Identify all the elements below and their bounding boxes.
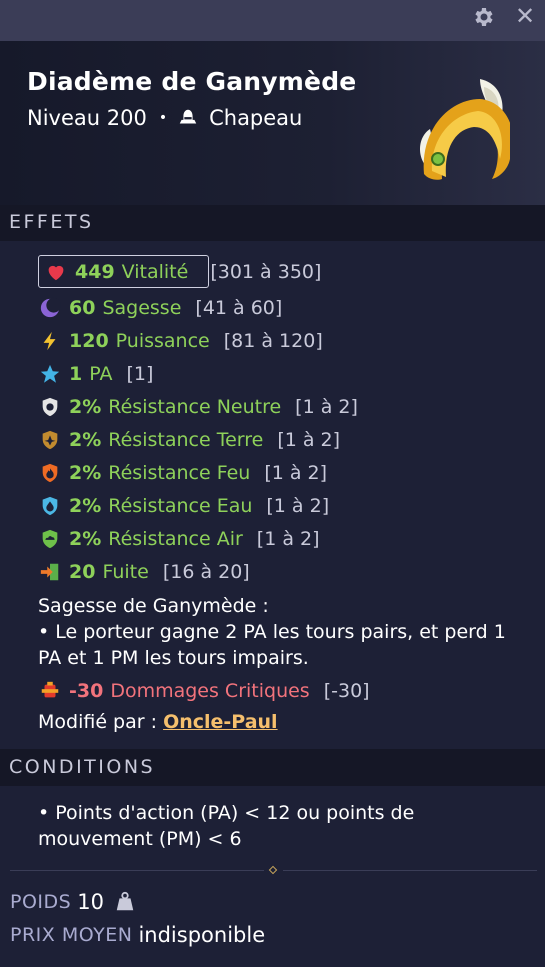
condition-line: mouvement (PM) < 6	[38, 828, 242, 850]
air-resistance-icon	[38, 527, 62, 551]
conditions-section-header: CONDITIONS	[0, 750, 545, 786]
modified-by: Modifié par : Oncle-Paul	[38, 711, 278, 733]
condition-line: • Points d'action (PA) < 12 ou points de	[38, 802, 415, 824]
modifier-link[interactable]: Oncle-Paul	[163, 711, 278, 733]
effect-row-pa: 1 PA [1]	[38, 360, 153, 388]
effect-row-resistance-feu: 2% Résistance Feu [1 à 2]	[38, 459, 327, 487]
heart-icon	[44, 260, 68, 284]
effect-row-resistance-eau: 2% Résistance Eau [1 à 2]	[38, 492, 329, 520]
effects-section-header: EFFETS	[0, 205, 545, 241]
item-subtitle: Niveau 200 • Chapeau	[27, 106, 302, 130]
weight-row: POIDS 10	[10, 890, 136, 914]
tiara-icon	[420, 79, 510, 180]
effects-title: EFFETS	[9, 211, 94, 233]
effect-row-resistance-terre: 2% Résistance Terre [1 à 2]	[38, 426, 340, 454]
divider	[283, 870, 537, 871]
effect-row-resistance-neutre: 2% Résistance Neutre [1 à 2]	[38, 393, 358, 421]
effect-row-dommages-critiques: -30 Dommages Critiques [-30]	[38, 677, 370, 705]
special-effect-line: PA et 1 PM les tours impairs.	[38, 647, 309, 669]
price-label: PRIX MOYEN	[10, 924, 133, 946]
lightning-icon	[38, 329, 62, 353]
effect-row-vitalite: 449 Vitalité [301 à 350]	[44, 258, 321, 286]
flee-icon	[38, 560, 62, 584]
weight-value: 10	[77, 890, 104, 914]
special-effect-line: • Le porteur gagne 2 PA les tours pairs,…	[38, 621, 506, 643]
water-resistance-icon	[38, 494, 62, 518]
effect-row-fuite: 20 Fuite [16 à 20]	[38, 558, 250, 586]
moon-icon	[38, 296, 62, 320]
effect-row-resistance-air: 2% Résistance Air [1 à 2]	[38, 525, 320, 553]
close-icon[interactable]: ✕	[513, 4, 537, 28]
item-name: Diadème de Ganymède	[27, 67, 357, 96]
fire-resistance-icon	[38, 461, 62, 485]
item-type: Chapeau	[209, 106, 303, 130]
item-level: Niveau 200	[27, 106, 147, 130]
item-header: Diadème de Ganymède Niveau 200 • Chapeau	[0, 41, 545, 205]
hat-icon	[179, 109, 197, 124]
modified-by-label: Modifié par :	[38, 711, 158, 733]
star-icon	[38, 362, 62, 386]
separator-dot: •	[158, 110, 168, 126]
conditions-title: CONDITIONS	[9, 756, 156, 778]
effect-row-puissance: 120 Puissance [81 à 120]	[38, 327, 323, 355]
special-effect-title: Sagesse de Ganymède :	[38, 595, 269, 617]
gear-icon[interactable]	[471, 5, 495, 29]
weight-label: POIDS	[10, 891, 72, 913]
weight-icon	[116, 891, 134, 911]
price-row: PRIX MOYEN indisponible	[10, 923, 265, 947]
divider	[10, 870, 264, 871]
earth-resistance-icon	[38, 428, 62, 452]
window-titlebar: ✕	[0, 0, 545, 41]
effect-row-sagesse: 60 Sagesse [41 à 60]	[38, 294, 282, 322]
neutral-resistance-icon	[38, 395, 62, 419]
critical-damage-icon	[38, 679, 62, 703]
price-value: indisponible	[138, 923, 266, 947]
